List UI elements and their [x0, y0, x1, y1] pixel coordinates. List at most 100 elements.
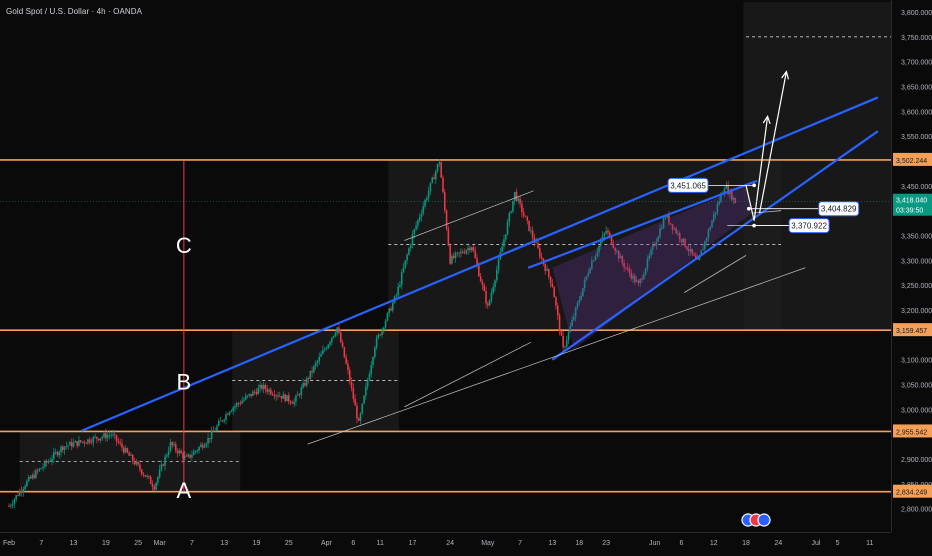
candle-body: [365, 386, 367, 396]
channel-line[interactable]: [404, 341, 532, 408]
time-tick-label: 19: [102, 540, 110, 547]
candle-body: [101, 436, 104, 439]
candle-body: [128, 452, 130, 456]
candle-body: [160, 464, 163, 470]
candle-body: [262, 385, 265, 389]
candle-body: [264, 385, 267, 390]
candle-body: [88, 439, 91, 443]
candle-body: [515, 191, 518, 201]
candle-body: [494, 280, 496, 288]
candle-body: [70, 442, 73, 447]
price-tick-label: 3,800.000: [901, 10, 932, 17]
time-tick-label: 11: [377, 540, 384, 547]
candle-body: [293, 401, 295, 404]
candle-body: [458, 252, 460, 254]
candle-body: [495, 269, 498, 281]
candle-body: [366, 380, 369, 387]
candle-body: [506, 221, 509, 235]
wave-label-a[interactable]: A: [177, 478, 192, 503]
candle-body: [47, 461, 50, 463]
price-tick-label: 3,100.000: [901, 358, 932, 365]
candle-body: [442, 177, 444, 193]
candle-body: [212, 430, 215, 432]
candle-body: [196, 450, 199, 452]
candle-body: [422, 206, 425, 214]
candle-body: [408, 248, 410, 255]
candle-body: [492, 287, 494, 293]
candle-body: [501, 246, 503, 253]
candle-body: [318, 356, 321, 362]
candle-body: [56, 451, 59, 456]
candle-body: [562, 335, 564, 348]
candle-body: [395, 295, 398, 297]
candle-body: [524, 215, 527, 217]
candle-body: [185, 455, 188, 457]
candle-body: [180, 450, 182, 454]
candle-body: [470, 247, 473, 251]
candle-body: [549, 276, 552, 284]
candle-body: [314, 363, 317, 366]
time-tick-label: Feb: [3, 540, 15, 547]
candle-body: [386, 313, 389, 321]
candle-body: [479, 276, 482, 282]
callout-dot: [752, 223, 756, 228]
candle-body: [420, 213, 423, 218]
candle-body: [282, 394, 285, 399]
candle-body: [49, 460, 52, 462]
candle-body: [316, 361, 319, 364]
candle-body: [74, 441, 77, 443]
time-tick-label: 7: [518, 540, 522, 547]
time-tick-label: 13: [548, 540, 556, 547]
candle-body: [20, 490, 23, 492]
candle-body: [148, 475, 150, 478]
wave-label-c[interactable]: C: [176, 233, 192, 258]
candle-body: [431, 177, 434, 183]
candle-body: [510, 211, 512, 213]
candle-body: [553, 286, 555, 298]
time-scale[interactable]: Feb 7 13 19 25 Mar 7 13 19 25 Apr 6 11 17 24 May 7 13 18 23…: [0, 532, 891, 551]
symbol-title[interactable]: Gold Spot / U.S. Dollar · 4h · OANDA: [6, 7, 142, 16]
time-tick-label: 7: [190, 540, 194, 547]
candle-body: [244, 396, 247, 400]
chart-area[interactable]: C B A 3,451.065 3,404.829 3,370.922: [0, 0, 932, 550]
candle-body: [176, 450, 179, 454]
candle-body: [503, 239, 505, 247]
candle-body: [374, 347, 376, 358]
candle-body: [402, 267, 405, 273]
candle-body: [460, 251, 462, 253]
candle-body: [320, 354, 322, 357]
price-tick-label: 2,800.000: [901, 507, 932, 514]
candle-body: [162, 464, 165, 466]
candle-body: [332, 335, 335, 338]
candle-body: [564, 346, 566, 348]
candle-body: [17, 495, 19, 496]
candle-body: [167, 451, 170, 456]
time-tick-label: May: [481, 540, 495, 547]
candle-body: [142, 474, 145, 476]
candle-body: [223, 419, 225, 422]
candle-body: [325, 348, 328, 350]
time-tick-label: Mar: [154, 540, 167, 547]
candle-body: [130, 454, 132, 456]
candle-body: [390, 308, 392, 311]
price-level-badge-text: 3,502.244: [896, 158, 927, 165]
candle-body: [463, 252, 466, 254]
candle-body: [209, 437, 211, 439]
candle-body: [51, 458, 53, 461]
candle-body: [291, 402, 294, 404]
candle-body: [271, 393, 274, 395]
candle-body: [409, 244, 412, 249]
candle-body: [96, 436, 98, 439]
price-tick-label: 3,700.000: [901, 60, 932, 67]
price-callout-text: 3,370.922: [791, 222, 827, 231]
candle-body: [189, 454, 191, 458]
price-scale[interactable]: 3,800.000 3,750.000 3,700.000 3,650.000 3,60…: [891, 0, 932, 532]
wave-label-b[interactable]: B: [177, 369, 192, 394]
candle-body: [252, 391, 254, 396]
candle-body: [112, 434, 114, 436]
candle-body: [201, 444, 204, 448]
candle-body: [205, 443, 208, 446]
price-chart-canvas[interactable]: C B A 3,451.065 3,404.829 3,370.922: [0, 0, 891, 532]
candle-body: [117, 441, 120, 443]
candle-body: [121, 443, 123, 448]
